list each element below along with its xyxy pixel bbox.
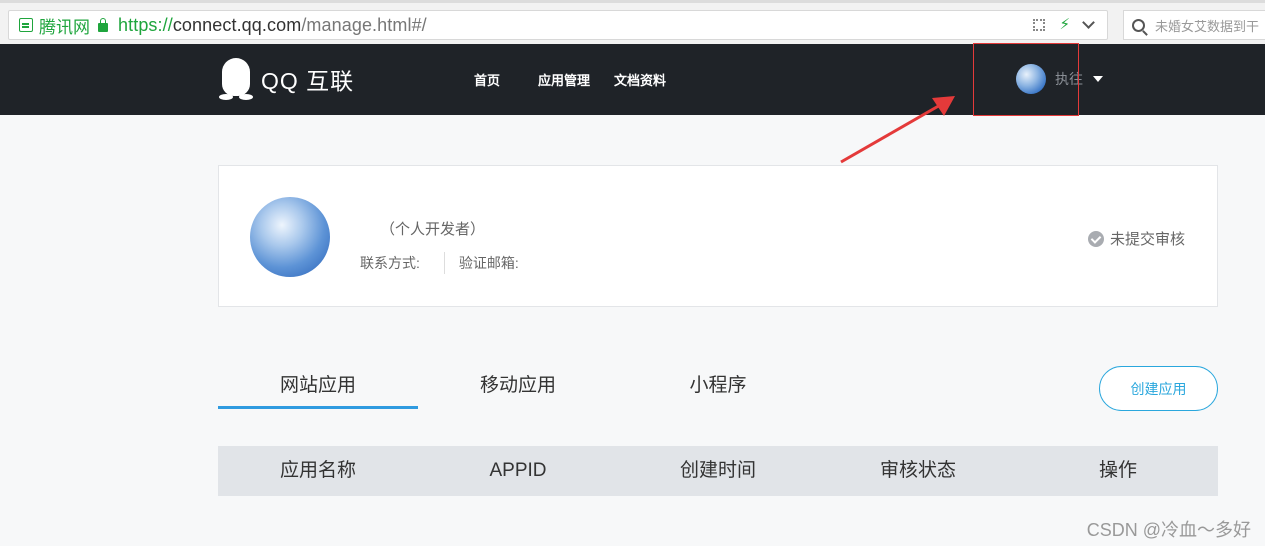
lightning-icon[interactable]: ⚡	[1059, 17, 1070, 33]
chevron-down-icon[interactable]	[1082, 16, 1095, 29]
tab-website-apps[interactable]: 网站应用	[218, 370, 418, 397]
column-actions: 操作	[1098, 460, 1137, 481]
contact-label: 联系方式:	[360, 255, 420, 271]
search-icon	[1132, 18, 1145, 32]
url-text[interactable]: https://connect.qq.com/manage.html#/	[118, 15, 427, 36]
developer-profile-card: （个人开发者） 联系方式: 验证邮箱: 未提交审核	[218, 165, 1218, 307]
site-cert-icon	[19, 18, 33, 32]
browser-toolbar: 腾讯网 https://connect.qq.com/manage.html#/…	[0, 0, 1265, 44]
browser-search[interactable]: 未婚女艾数据到干	[1123, 10, 1265, 40]
site-identity: 腾讯网	[39, 17, 90, 37]
app-table-header: 应用名称 APPID 创建时间 审核状态 操作	[218, 446, 1218, 496]
nav-app-management[interactable]: 应用管理	[538, 70, 590, 89]
column-appid: APPID	[489, 460, 547, 481]
nav-home[interactable]: 首页	[474, 70, 500, 89]
active-tab-indicator	[218, 406, 418, 409]
main-nav: 首页 应用管理 文档资料	[474, 44, 690, 115]
qq-connect-logo[interactable]: QQ 互联	[219, 58, 354, 100]
contact-info: 联系方式: 验证邮箱:	[360, 252, 519, 274]
logo-text: QQ 互联	[261, 68, 355, 94]
developer-type: （个人开发者）	[380, 221, 486, 238]
address-tools: ⚡	[1033, 16, 1095, 33]
review-status: 未提交审核	[1087, 228, 1185, 249]
create-app-button[interactable]: 创建应用	[1099, 366, 1218, 411]
verified-check-icon	[1087, 230, 1104, 247]
address-bar[interactable]: 腾讯网 https://connect.qq.com/manage.html#/…	[8, 10, 1108, 40]
email-label: 验证邮箱:	[458, 255, 519, 271]
caret-down-icon	[1093, 76, 1103, 82]
lock-icon	[98, 17, 108, 32]
nav-docs[interactable]: 文档资料	[614, 70, 666, 89]
tab-mini-programs[interactable]: 小程序	[618, 370, 818, 397]
qr-code-icon[interactable]	[1033, 19, 1046, 31]
annotation-arrow	[840, 96, 955, 164]
column-created-time: 创建时间	[679, 460, 756, 481]
column-review-status: 审核状态	[879, 460, 956, 481]
status-text: 未提交审核	[1109, 231, 1185, 248]
tab-mobile-apps[interactable]: 移动应用	[418, 370, 618, 397]
watermark: CSDN @冷血～多好	[1086, 520, 1251, 540]
column-app-name: 应用名称	[279, 460, 356, 481]
annotation-highlight-box	[973, 43, 1079, 116]
qq-penguin-icon	[219, 58, 253, 100]
developer-avatar	[250, 197, 330, 277]
divider	[443, 252, 445, 274]
search-placeholder: 未婚女艾数据到干	[1155, 18, 1260, 34]
